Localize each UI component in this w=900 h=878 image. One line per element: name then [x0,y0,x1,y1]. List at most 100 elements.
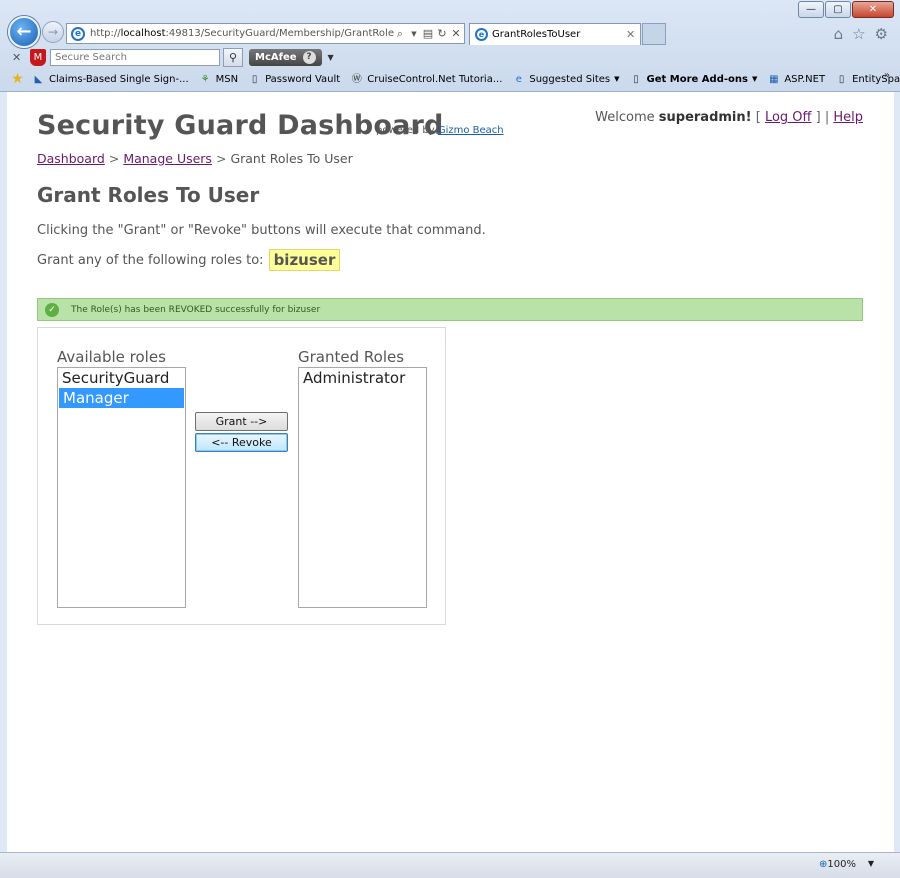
favorites-star-icon[interactable]: ☆ [852,25,865,43]
fav-item-password-vault[interactable]: ▯ Password Vault [248,73,340,86]
target-user-badge: bizuser [268,249,341,271]
page-content: Security Guard Dashboard powered by Gizm… [7,92,894,852]
fav-label: Claims-Based Single Sign-... [49,73,189,85]
chevron-down-icon[interactable]: ▼ [868,859,874,868]
available-roles-label: Available roles [57,348,166,366]
toolbar-icons: ⌂ ☆ ⚙ [834,25,888,43]
close-window-button[interactable]: ✕ [852,1,894,18]
powered-by-text: powered by [376,125,435,136]
separator: ] | [815,110,830,125]
home-icon[interactable]: ⌂ [834,25,844,43]
ie-tab-icon: e [475,28,488,41]
search-go-button[interactable]: ⚲ [223,48,243,67]
refresh-icon[interactable]: ↻ [436,27,448,40]
welcome-text: Welcome [595,110,655,125]
close-tab-icon[interactable]: ✕ [626,28,640,41]
page-icon: ◣ [34,73,43,85]
zoom-value: 100% [827,859,856,870]
ie-icon: e [515,73,522,85]
browser-status-bar: ⊕100% ▼ [0,852,900,878]
page-icon: ▦ [769,73,779,85]
page-icon: ▯ [251,73,258,85]
chevron-right-icon[interactable]: » [884,70,890,81]
available-roles-listbox[interactable]: SecurityGuard Manager [57,367,186,608]
username: superadmin! [658,110,752,125]
command-row: ✕ M ⚲ McAfee? ▼ [0,47,900,68]
fav-label: MSN [215,73,239,85]
mcafee-button[interactable]: McAfee? [249,49,322,66]
grant-prompt: Grant any of the following roles to: biz… [37,249,341,271]
maximize-button[interactable]: ▢ [825,1,851,18]
mcafee-shield-icon: M [30,49,46,66]
login-status: Welcome superadmin! [ Log Off ] | Help [595,110,863,125]
fav-item-cruisecontrol[interactable]: Ⓦ CruiseControl.Net Tutoria... [350,73,503,86]
logoff-link[interactable]: Log Off [765,110,812,125]
fav-item-aspnet[interactable]: ▦ ASP.NET [767,73,825,86]
breadcrumb-separator: > [108,151,120,166]
secure-search-input[interactable] [50,49,220,66]
status-message-text: The Role(s) has been REVOKED successfull… [71,304,321,315]
grant-prompt-text: Grant any of the following roles to: [37,252,264,268]
chevron-down-icon: ▼ [751,75,758,83]
favorites-bar: ★ ◣ Claims-Based Single Sign-... ⚘ MSN ▯ Pa… [0,68,900,90]
url-host: localhost [120,28,166,39]
window-controls: — ▢ ✕ [797,1,894,18]
fav-item-msn[interactable]: ⚘ MSN [199,73,238,86]
dropdown-icon[interactable]: ▼ [408,30,420,38]
ie-page-icon: e [71,26,85,41]
url-prefix: http:// [90,28,121,39]
gear-icon[interactable]: ⚙ [875,25,888,43]
zoom-level[interactable]: ⊕100% [819,859,856,870]
address-url[interactable]: http://localhost:49813/SecurityGuard/Mem… [90,28,394,39]
granted-role-option[interactable]: Administrator [299,368,426,388]
mcafee-label: McAfee [255,52,297,63]
breadcrumb-dashboard[interactable]: Dashboard [37,151,105,166]
breadcrumb-separator: > [215,151,227,166]
help-link[interactable]: Help [833,110,863,125]
check-icon: ✓ [45,302,59,317]
page-title: Grant Roles To User [37,183,260,207]
gizmo-beach-link[interactable]: Gizmo Beach [438,125,504,136]
forward-button[interactable]: → [42,21,64,43]
favorites-icon[interactable]: ★ [11,70,28,87]
fav-label: Suggested Sites [529,73,611,85]
tab-title: GrantRolesToUser [492,29,581,40]
url-path: :49813/SecurityGuard/Membership/GrantRol… [165,28,394,39]
wordpress-icon: Ⓦ [351,73,362,85]
fav-item-entityspaces[interactable]: ▯ EntitySpaces [835,73,900,86]
close-toolbar-icon[interactable]: ✕ [12,51,30,64]
available-role-option[interactable]: SecurityGuard [58,368,185,388]
minimize-button[interactable]: — [798,1,824,18]
msn-icon: ⚘ [200,73,210,85]
page-icon: ▯ [633,73,639,85]
available-role-option-selected[interactable]: Manager [59,388,184,408]
fav-label: Get More Add-ons [646,73,748,85]
back-button[interactable]: ← [8,16,40,48]
powered-by: powered by Gizmo Beach [376,125,504,136]
breadcrumb: Dashboard > Manage Users > Grant Roles To Us… [37,151,353,166]
fav-item-claims[interactable]: ◣ Claims-Based Single Sign-... [32,73,189,86]
browser-chrome: — ▢ ✕ ← → e http://localhost:49813/Secur… [0,0,900,92]
fav-item-get-more-addons[interactable]: ▯ Get More Add-ons ▼ [630,73,758,86]
fav-item-suggested-sites[interactable]: e Suggested Sites ▼ [512,73,620,86]
granted-roles-listbox[interactable]: Administrator [298,367,427,608]
breadcrumb-current: Grant Roles To User [230,151,353,166]
search-icon[interactable]: ⌕ [394,27,406,41]
grant-button[interactable]: Grant --> [195,412,288,431]
fav-label: ASP.NET [784,73,826,85]
stop-icon[interactable]: ✕ [450,27,462,40]
fav-label: EntitySpaces [852,73,900,85]
bracket: [ [755,110,761,125]
address-bar[interactable]: e http://localhost:49813/SecurityGuard/M… [66,23,465,44]
new-tab-button[interactable] [642,23,666,45]
help-icon[interactable]: ? [302,51,316,64]
star-icon: ★ [11,70,24,87]
success-message: ✓ The Role(s) has been REVOKED successfu… [37,298,863,321]
compat-view-icon[interactable]: ▤ [422,27,434,40]
chevron-down-icon[interactable]: ▼ [328,53,334,62]
page-icon: ▯ [838,73,845,85]
breadcrumb-manage-users[interactable]: Manage Users [123,151,212,166]
revoke-button[interactable]: <-- Revoke [195,433,288,452]
fav-label: CruiseControl.Net Tutoria... [367,73,503,85]
tab-grantrolestouser[interactable]: e GrantRolesToUser ✕ [469,23,641,45]
